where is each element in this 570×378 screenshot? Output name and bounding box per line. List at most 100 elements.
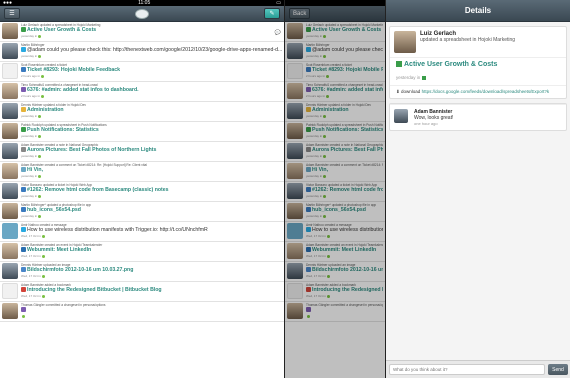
detail-time: yesterday in xyxy=(390,71,566,85)
compose-icon[interactable]: ✎ xyxy=(264,8,280,19)
detail-panel: Details Luiz Gerlach updated a spreadshe… xyxy=(385,0,570,378)
battery-icon: ▭ xyxy=(276,0,281,6)
feed-title-text: Aurora Pictures: Best Fall Photos of Nor… xyxy=(27,147,157,153)
comment-input[interactable] xyxy=(389,364,545,375)
feed-row-body: Adam Bannister created an event in Hojok… xyxy=(21,243,282,260)
avatar xyxy=(2,163,18,179)
ticket-icon xyxy=(21,67,26,73)
feed-title[interactable]: Bildschirmfoto 2012-10-16 um 10.03.27.pn… xyxy=(21,267,282,274)
comment-card: Adam Bannister Wow, looks great! one hou… xyxy=(389,103,567,131)
feed-time: yesterday in xyxy=(21,134,282,138)
feed-title-text: How to use wireless distribution manifes… xyxy=(27,227,208,233)
feed-row-body: Martin Böhringer @adam could you please c… xyxy=(21,43,282,60)
avatar xyxy=(2,203,18,219)
feed-title[interactable]: Administration xyxy=(21,107,282,114)
jira-logo-icon xyxy=(135,8,149,19)
feed-title[interactable]: Webummit: Meet LinkedIn xyxy=(21,247,282,254)
feed-title[interactable]: @adam could you please check this: http:… xyxy=(21,47,282,54)
comment: Adam Bannister Wow, looks great! one hou… xyxy=(390,104,566,130)
status-time: 11:05 xyxy=(138,0,151,6)
feed-title[interactable]: Active User Growth & Costs xyxy=(21,27,282,34)
tweet-icon xyxy=(21,47,26,53)
feed-row[interactable]: Timo Schmalfuß committed a changeset in … xyxy=(0,82,284,102)
feed-row[interactable]: Amir Nathoo created a message How to use … xyxy=(0,222,284,242)
note-icon xyxy=(21,147,26,153)
source-icon xyxy=(41,94,45,98)
feed-time-text: yesterday in xyxy=(21,34,38,38)
ticket-icon xyxy=(21,187,26,193)
feed-title[interactable]: Aurora Pictures: Best Fall Photos of Nor… xyxy=(21,147,282,154)
feed-title-text: hub_icons_56x54.psd xyxy=(27,207,81,213)
avatar xyxy=(394,31,416,53)
detail-header: Luiz Gerlach updated a spreadsheet in Ho… xyxy=(390,27,566,57)
download-row[interactable]: ⬇ download https://docs.google.com/feeds… xyxy=(390,85,566,98)
send-button[interactable]: Send xyxy=(548,364,568,375)
feed-title-text: Active User Growth & Costs xyxy=(27,27,97,33)
avatar xyxy=(2,63,18,79)
feed-row-body: Adam Bannister created a note in Nationa… xyxy=(21,143,282,160)
feed-row[interactable]: Adam Bannister created a note in Nationa… xyxy=(0,142,284,162)
avatar xyxy=(2,283,18,299)
feed-title[interactable]: hub_icons_56x54.psd xyxy=(21,207,282,214)
detail-item-title[interactable]: Active User Growth & Costs xyxy=(390,57,566,71)
source-icon xyxy=(38,194,42,198)
avatar xyxy=(2,43,18,59)
avatar xyxy=(2,263,18,279)
feed-row[interactable]: Martin Böhringer @adam could you please c… xyxy=(0,42,284,62)
feed-title[interactable]: #1262: Remove html code from Basecamp (c… xyxy=(21,187,282,194)
download-icon: ⬇ xyxy=(396,89,400,94)
feed-row-body: Patrick Rudolph updated a spreadsheet in… xyxy=(21,123,282,140)
feed-row-body: Martin Böhringer* updated a photoshop fi… xyxy=(21,203,282,220)
activity-feed: Luiz Gerlach updated a spreadsheet in Ho… xyxy=(0,22,284,322)
download-link[interactable]: https://docs.google.com/feeds/download/s… xyxy=(422,89,550,94)
feed-title-text: #1262: Remove html code from Basecamp (c… xyxy=(27,187,169,193)
feed-row[interactable]: Martin Böhringer* updated a photoshop fi… xyxy=(0,202,284,222)
feed-title[interactable]: Push Notifications: Statistics xyxy=(21,127,282,134)
feed-title[interactable]: Introducing the Redesigned Bitbucket | B… xyxy=(21,287,282,294)
feed-title[interactable]: Ticket #8293: Hojoki Mobile Feedback xyxy=(21,67,282,74)
feed-row[interactable]: Adam Bannister created a comment on Tick… xyxy=(0,162,284,182)
commit-icon xyxy=(21,87,26,93)
feed-time-text: yesterday in xyxy=(21,114,38,118)
feed-row[interactable]: Dennis Härtner uploaded an image Bildschi… xyxy=(0,262,284,282)
event-icon xyxy=(21,247,26,253)
feed-title-text: Bildschirmfoto 2012-10-16 um 10.03.27.pn… xyxy=(27,267,134,273)
feed-time-text: Wed, 17 Oct in xyxy=(21,294,41,298)
spreadsheet-icon xyxy=(21,127,26,133)
feed-row-body: Timo Schmalfuß committed a changeset in … xyxy=(21,83,282,100)
feed-time: yesterday in xyxy=(21,154,282,158)
feed-time-text: Wed, 17 Oct in xyxy=(21,234,41,238)
folder-icon xyxy=(21,107,26,113)
feed-time-text: yesterday in xyxy=(21,214,38,218)
feed-title[interactable]: Hi Vin, xyxy=(21,167,282,174)
source-icon xyxy=(22,314,25,318)
feed-title[interactable]: How to use wireless distribution manifes… xyxy=(21,227,282,234)
feed-row[interactable]: Victor Banzaro updated a ticket in Hojok… xyxy=(0,182,284,202)
feed-time-text: 2 hours ago in xyxy=(21,94,41,98)
feed-row[interactable]: Adam Bannister created an event in Hojok… xyxy=(0,242,284,262)
feed-title[interactable]: 6376: #admin: added stat infos to dashbo… xyxy=(21,87,282,94)
source-icon xyxy=(38,134,42,138)
source-icon xyxy=(38,34,42,38)
feed-row-body: Luiz Gerlach updated a spreadsheet in Ho… xyxy=(21,23,282,40)
commit-icon xyxy=(21,307,26,313)
menu-icon[interactable]: ☰ xyxy=(4,8,20,19)
source-icon xyxy=(38,174,42,178)
feed-time: Wed, 17 Oct in xyxy=(21,294,282,298)
source-icon xyxy=(41,294,45,298)
feed-row[interactable]: Scot Rosenblum created a ticket Ticket #8… xyxy=(0,62,284,82)
avatar xyxy=(2,83,18,99)
avatar xyxy=(2,143,18,159)
avatar xyxy=(394,109,408,123)
source-icon xyxy=(38,54,42,58)
feed-row[interactable]: Dennis Härtner updated a folder in Hojok… xyxy=(0,102,284,122)
feed-row-body: Dennis Härtner uploaded an image Bildschi… xyxy=(21,263,282,280)
feed-row[interactable]: Luiz Gerlach updated a spreadsheet in Ho… xyxy=(0,22,284,42)
feed-time-text: Wed, 17 Oct in xyxy=(21,274,41,278)
feed-title-text: Push Notifications: Statistics xyxy=(27,127,99,133)
feed-row[interactable]: Thomas Gängler committed a changeset in … xyxy=(0,302,284,322)
feed-row[interactable]: Patrick Rudolph updated a spreadsheet in… xyxy=(0,122,284,142)
feed-title[interactable] xyxy=(21,307,282,314)
carrier: ●●● xyxy=(3,0,13,6)
feed-row[interactable]: Adam Bannister added a bookmark Introduci… xyxy=(0,282,284,302)
